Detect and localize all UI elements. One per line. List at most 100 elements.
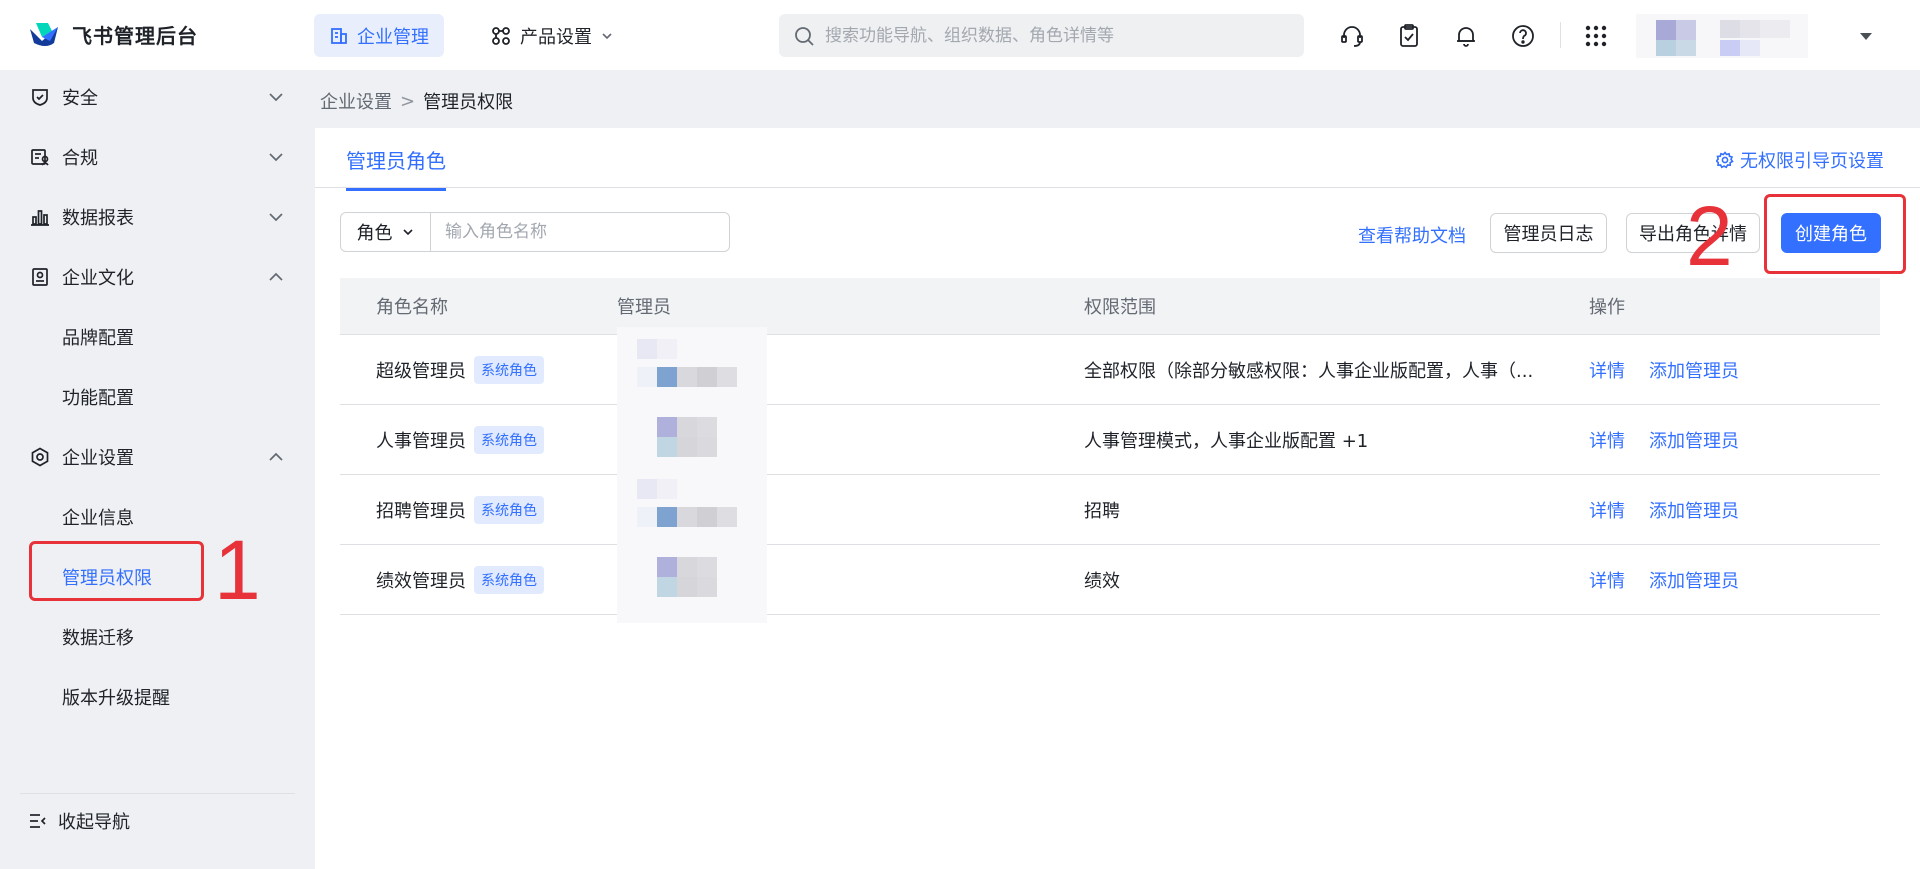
headset-icon[interactable] <box>1336 20 1368 52</box>
filter-type-select[interactable]: 角色 <box>341 213 431 251</box>
culture-icon <box>28 265 52 289</box>
chevron-down-icon <box>269 213 283 222</box>
sidebar-subitem-enterprise-info[interactable]: 企业信息 <box>0 492 315 542</box>
avatar[interactable] <box>1636 14 1808 58</box>
nav-enterprise-label: 企业管理 <box>357 26 429 48</box>
add-admin-link[interactable]: 添加管理员 <box>1649 427 1739 453</box>
details-link[interactable]: 详情 <box>1589 357 1625 383</box>
admins-cell <box>617 397 1084 483</box>
sidebar-item-settings[interactable]: 企业设置 <box>0 432 315 482</box>
sidebar-item-security[interactable]: 安全 <box>0 72 315 122</box>
roles-table: 角色名称 管理员 权限范围 操作 超级管理员 系统角色 全部权限（除部分敏感权限… <box>340 278 1880 623</box>
role-name: 人事管理员 <box>376 430 466 452</box>
annotation-number-2: 2 <box>1686 189 1733 283</box>
grid-icon[interactable] <box>1580 20 1612 52</box>
details-link[interactable]: 详情 <box>1589 427 1625 453</box>
global-search[interactable] <box>779 14 1304 57</box>
admins-cell <box>617 327 1084 413</box>
scope-cell: 招聘 <box>1084 500 1120 522</box>
sidebar-item-compliance[interactable]: 合规 <box>0 132 315 182</box>
bell-icon[interactable] <box>1450 20 1482 52</box>
system-role-tag: 系统角色 <box>474 355 544 384</box>
no-permission-guide-link[interactable]: 无权限引导页设置 <box>1716 147 1884 173</box>
nav-product-tab[interactable]: 产品设置 <box>490 14 620 57</box>
question-circle-icon[interactable] <box>1507 20 1539 52</box>
admin-log-button[interactable]: 管理员日志 <box>1490 213 1607 253</box>
system-role-tag: 系统角色 <box>474 495 544 524</box>
filter-type-label: 角色 <box>356 223 393 244</box>
actions-cell: 详情 添加管理员 <box>1589 357 1880 383</box>
role-name-cell: 超级管理员 系统角色 <box>340 355 617 384</box>
sidebar-item-culture[interactable]: 企业文化 <box>0 252 315 302</box>
sidebar-item-label: 合规 <box>62 148 98 169</box>
add-admin-link[interactable]: 添加管理员 <box>1649 357 1739 383</box>
system-role-tag: 系统角色 <box>474 565 544 594</box>
nav-product-label: 产品设置 <box>520 26 592 48</box>
product-icon <box>492 26 510 45</box>
tab-admin-roles[interactable]: 管理员角色 <box>346 145 446 191</box>
chevron-down-icon <box>402 229 413 236</box>
sidebar-divider <box>20 793 295 794</box>
breadcrumb-current: 管理员权限 <box>423 92 514 113</box>
caret-down-icon[interactable] <box>1858 26 1874 47</box>
document-user-icon <box>28 145 52 169</box>
admins-cell <box>617 467 1084 553</box>
role-name: 绩效管理员 <box>376 570 466 592</box>
gear-icon <box>1716 151 1734 169</box>
chevron-up-icon <box>269 452 283 461</box>
sidebar-item-label: 企业设置 <box>62 448 134 469</box>
top-icon-group <box>1336 20 1539 52</box>
sidebar-subitem-data-migration[interactable]: 数据迁移 <box>0 612 315 662</box>
sidebar-subitem-brand[interactable]: 品牌配置 <box>0 312 315 362</box>
system-role-tag: 系统角色 <box>474 425 544 454</box>
nav-enterprise-tab[interactable]: 企业管理 <box>314 14 444 57</box>
search-icon <box>795 26 814 46</box>
role-name: 超级管理员 <box>376 360 466 382</box>
sidebar-subitem-upgrade-reminder[interactable]: 版本升级提醒 <box>0 672 315 722</box>
scope-cell: 人事管理模式，人事企业版配置 +1 <box>1084 430 1369 452</box>
bar-chart-icon <box>28 205 52 229</box>
breadcrumb-parent[interactable]: 企业设置 <box>320 88 392 114</box>
settings-hexagon-icon <box>28 445 52 469</box>
column-header-role-name: 角色名称 <box>376 297 448 318</box>
table-row: 超级管理员 系统角色 全部权限（除部分敏感权限：人事企业版配置，人事（... 详… <box>340 327 1880 413</box>
top-bar: 飞书管理后台 企业管理 产品设置 <box>0 0 1920 70</box>
details-link[interactable]: 详情 <box>1589 497 1625 523</box>
collapse-nav-button[interactable]: 收起导航 <box>28 808 130 834</box>
collapse-icon <box>30 814 46 828</box>
details-link[interactable]: 详情 <box>1589 567 1625 593</box>
sidebar-item-reports[interactable]: 数据报表 <box>0 192 315 242</box>
actions-cell: 详情 添加管理员 <box>1589 497 1880 523</box>
table-header: 角色名称 管理员 权限范围 操作 <box>340 278 1880 335</box>
sidebar-item-label: 企业文化 <box>62 268 134 289</box>
help-doc-link[interactable]: 查看帮助文档 <box>1358 222 1466 248</box>
admins-cell <box>617 537 1084 623</box>
column-header-admins: 管理员 <box>617 297 671 318</box>
scope-cell: 绩效 <box>1084 570 1120 592</box>
breadcrumb: 企业设置 > 管理员权限 <box>320 88 513 114</box>
role-name-input[interactable] <box>431 213 729 251</box>
role-filter: 角色 <box>340 212 730 252</box>
annotation-box-1 <box>29 541 204 601</box>
sidebar-subitem-features[interactable]: 功能配置 <box>0 372 315 422</box>
add-admin-link[interactable]: 添加管理员 <box>1649 497 1739 523</box>
sidebar-item-label: 安全 <box>62 88 98 109</box>
building-icon <box>331 27 347 44</box>
add-admin-link[interactable]: 添加管理员 <box>1649 567 1739 593</box>
column-header-actions: 操作 <box>1589 297 1625 318</box>
annotation-number-1: 1 <box>214 523 261 617</box>
shield-icon <box>28 85 52 109</box>
brand[interactable]: 飞书管理后台 <box>28 20 198 49</box>
chevron-down-icon <box>269 93 283 102</box>
search-input[interactable] <box>825 25 1304 46</box>
sidebar-item-label: 数据报表 <box>62 208 134 229</box>
scope-cell: 全部权限（除部分敏感权限：人事企业版配置，人事（... <box>1084 360 1534 382</box>
role-name-cell: 人事管理员 系统角色 <box>340 425 617 454</box>
chevron-down-icon <box>269 153 283 162</box>
no-permission-guide-label: 无权限引导页设置 <box>1740 151 1884 172</box>
chevron-down-icon <box>602 32 612 39</box>
column-header-scope: 权限范围 <box>1084 297 1156 318</box>
annotation-box-2 <box>1764 194 1906 274</box>
clipboard-check-icon[interactable] <box>1393 20 1425 52</box>
actions-cell: 详情 添加管理员 <box>1589 427 1880 453</box>
